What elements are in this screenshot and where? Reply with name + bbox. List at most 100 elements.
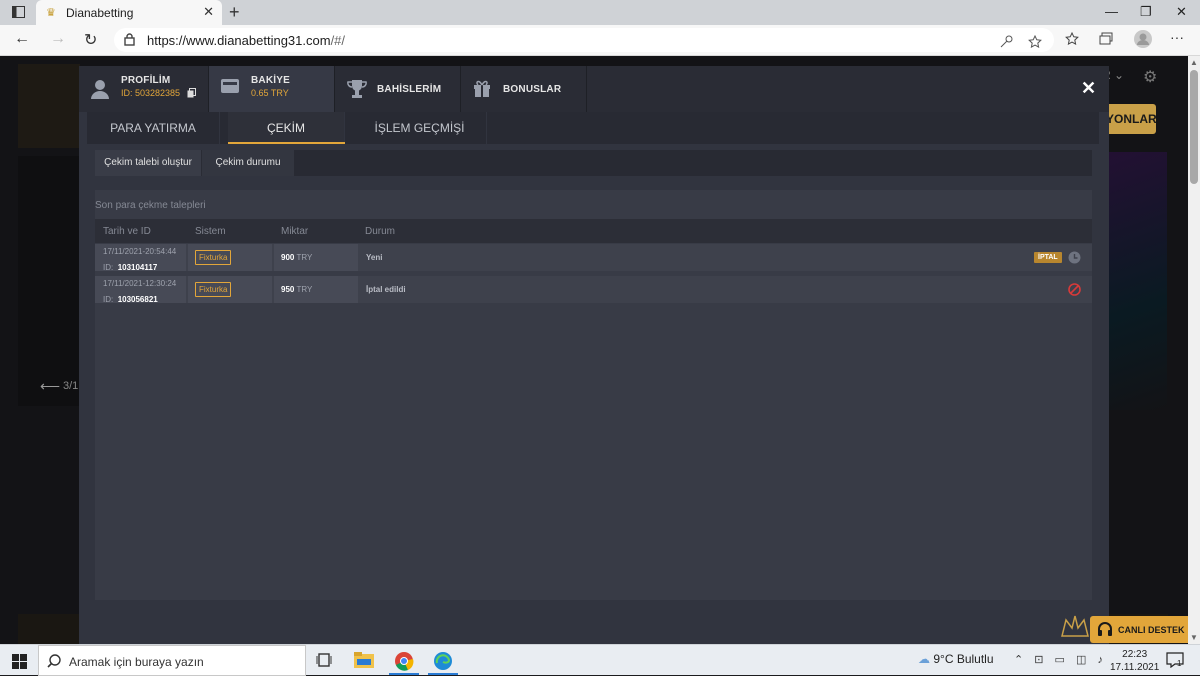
refresh-icon[interactable]: ↻ (84, 30, 97, 50)
tab-close-icon[interactable]: ✕ (203, 4, 214, 20)
cancel-request-button[interactable]: İPTAL (1034, 252, 1062, 263)
tab-profile[interactable]: PROFİLİM ID: 503282385 (79, 66, 209, 112)
active-tab-indicator (228, 142, 345, 144)
request-id: 103104117 (117, 263, 158, 272)
promo-banner (1105, 152, 1167, 410)
withdraw-requests-panel: Son para çekme talepleri Tarih ve ID Sis… (95, 190, 1092, 600)
url-host: https://www.dianabetting31.com (147, 33, 331, 48)
page-scrollbar[interactable]: ▲ ▼ (1188, 56, 1200, 644)
chrome-icon[interactable] (394, 651, 414, 671)
lock-icon[interactable] (124, 33, 135, 46)
notifications-icon[interactable]: 1 (1166, 652, 1184, 668)
header-date-id: Tarih ve ID (103, 226, 151, 237)
cancelled-icon (1068, 283, 1081, 296)
request-id-label: ID: (103, 295, 114, 304)
add-favorite-icon[interactable] (1028, 35, 1042, 48)
back-icon[interactable]: ← (14, 30, 30, 48)
trophy-icon (347, 79, 367, 99)
notifications-count: 1 (1177, 659, 1182, 668)
request-date: 17/11/2021-20:54:44 (103, 247, 177, 256)
user-icon (91, 79, 109, 99)
request-id: 103056821 (117, 295, 158, 304)
header-status: Durum (365, 226, 396, 237)
panel-title: Son para çekme talepleri (95, 200, 206, 211)
system-cell: Fixturka (188, 244, 272, 271)
address-bar: ← → ↻ https://www.dianabetting31.com/#/ … (0, 25, 1200, 56)
browser-tab-strip: ♛ Dianabetting ✕ + — ❐ ✕ (0, 0, 1200, 25)
tab-withdraw[interactable]: ÇEKİM (228, 112, 345, 144)
date-id-cell: 17/11/2021-20:54:44 ID: 103104117 (95, 244, 186, 272)
scrollbar-thumb[interactable] (1190, 70, 1198, 184)
clock[interactable]: 22:23 17.11.2021 (1110, 648, 1159, 674)
window-close-icon[interactable]: ✕ (1176, 4, 1187, 20)
live-support-button[interactable]: CANLI DESTEK (1090, 616, 1188, 643)
profile-avatar-icon[interactable] (1133, 29, 1153, 49)
task-view-icon[interactable] (316, 651, 334, 669)
forward-icon[interactable]: → (50, 30, 66, 48)
tab-my-bets[interactable]: BAHİSLERİM (335, 66, 461, 112)
amount-value: 900 (281, 253, 295, 262)
header-amount: Miktar (281, 226, 309, 237)
system-cell: Fixturka (188, 276, 272, 303)
favorites-icon[interactable] (1065, 32, 1079, 45)
new-tab-icon[interactable]: + (229, 2, 240, 23)
minimize-icon[interactable]: — (1105, 4, 1118, 19)
table-row: 17/11/2021-12:30:24 ID: 103056821 Fixtur… (95, 276, 1092, 304)
balance-value: 0.65 TRY (251, 88, 289, 98)
slider-prev-icon[interactable]: ⟵ (40, 378, 60, 395)
live-support-label: CANLI DESTEK (1118, 625, 1185, 635)
profile-id: ID: 503282385 (121, 88, 181, 98)
balance-label: BAKİYE (251, 75, 290, 86)
windows-taskbar: Aramak için buraya yazın ☁ 9°C Bulutlu ⌃… (0, 644, 1200, 676)
system-tray[interactable]: ⌃ ⊡ ▭ ◫ ♪ (1014, 653, 1107, 666)
key-icon[interactable] (1000, 35, 1013, 48)
table-row: 17/11/2021-20:54:44 ID: 103104117 Fixtur… (95, 244, 1092, 272)
tab-actions-icon[interactable] (12, 6, 25, 18)
tab-transaction-history[interactable]: İŞLEM GEÇMİŞİ (353, 112, 487, 144)
windows-start-icon[interactable] (12, 654, 27, 669)
gear-icon[interactable]: ⚙ (1143, 67, 1157, 87)
tab-withdraw-label: ÇEKİM (266, 121, 305, 135)
amount-cell: 900 TRY (274, 244, 358, 271)
clock-time: 22:23 (1122, 649, 1148, 660)
close-icon[interactable]: ✕ (1081, 78, 1096, 99)
withdraw-actions: Çekim talebi oluştur Çekim durumu (95, 150, 1092, 176)
copy-icon[interactable] (187, 88, 196, 98)
edge-icon[interactable] (433, 651, 453, 671)
gift-icon (473, 79, 491, 97)
payment-system-tag: Fixturka (195, 282, 232, 297)
browser-tab[interactable]: ♛ Dianabetting ✕ (36, 0, 222, 25)
tab-balance[interactable]: BAKİYE 0.65 TRY (209, 66, 335, 112)
create-withdraw-request-button[interactable]: Çekim talebi oluştur (95, 150, 201, 176)
date-id-cell: 17/11/2021-12:30:24 ID: 103056821 (95, 276, 186, 304)
more-icon[interactable]: ··· (1170, 29, 1184, 45)
bonuses-label: BONUSLAR (503, 84, 562, 95)
url-field[interactable]: https://www.dianabetting31.com/#/ (114, 28, 1054, 52)
url-path: /#/ (330, 33, 346, 48)
tab-deposit[interactable]: PARA YATIRMA (87, 112, 220, 144)
collections-icon[interactable] (1099, 32, 1113, 45)
banner-bg (18, 156, 80, 406)
file-explorer-icon[interactable] (354, 651, 374, 669)
wallet-icon (221, 79, 239, 93)
site-favicon-icon: ♛ (46, 7, 56, 19)
taskbar-search-input[interactable]: Aramak için buraya yazın (38, 645, 306, 676)
payment-subtabs: PARA YATIRMA ÇEKİM İŞLEM GEÇMİŞİ (87, 112, 1099, 144)
amount-currency: TRY (296, 285, 313, 294)
page-content: ⟵ 3/1 R ⌄ ⚙ YONLAR PROFİLİM ID: 50328238… (0, 56, 1188, 644)
pending-clock-icon (1068, 251, 1081, 264)
scroll-up-icon[interactable]: ▲ (1190, 58, 1198, 67)
scroll-down-icon[interactable]: ▼ (1190, 633, 1198, 642)
profile-label: PROFİLİM (121, 75, 171, 86)
withdraw-status-button[interactable]: Çekim durumu (201, 150, 294, 176)
weather-text: 9°C Bulutlu (933, 652, 994, 666)
request-id-label: ID: (103, 263, 114, 272)
weather-widget[interactable]: ☁ 9°C Bulutlu (918, 652, 994, 666)
restore-icon[interactable]: ❐ (1140, 4, 1152, 20)
amount-currency: TRY (296, 253, 313, 262)
status-text: İptal edildi (366, 285, 406, 294)
amount-value: 950 (281, 285, 295, 294)
search-placeholder: Aramak için buraya yazın (69, 655, 204, 669)
slider-counter: 3/1 (63, 380, 79, 392)
tab-bonuses[interactable]: BONUSLAR (461, 66, 587, 112)
